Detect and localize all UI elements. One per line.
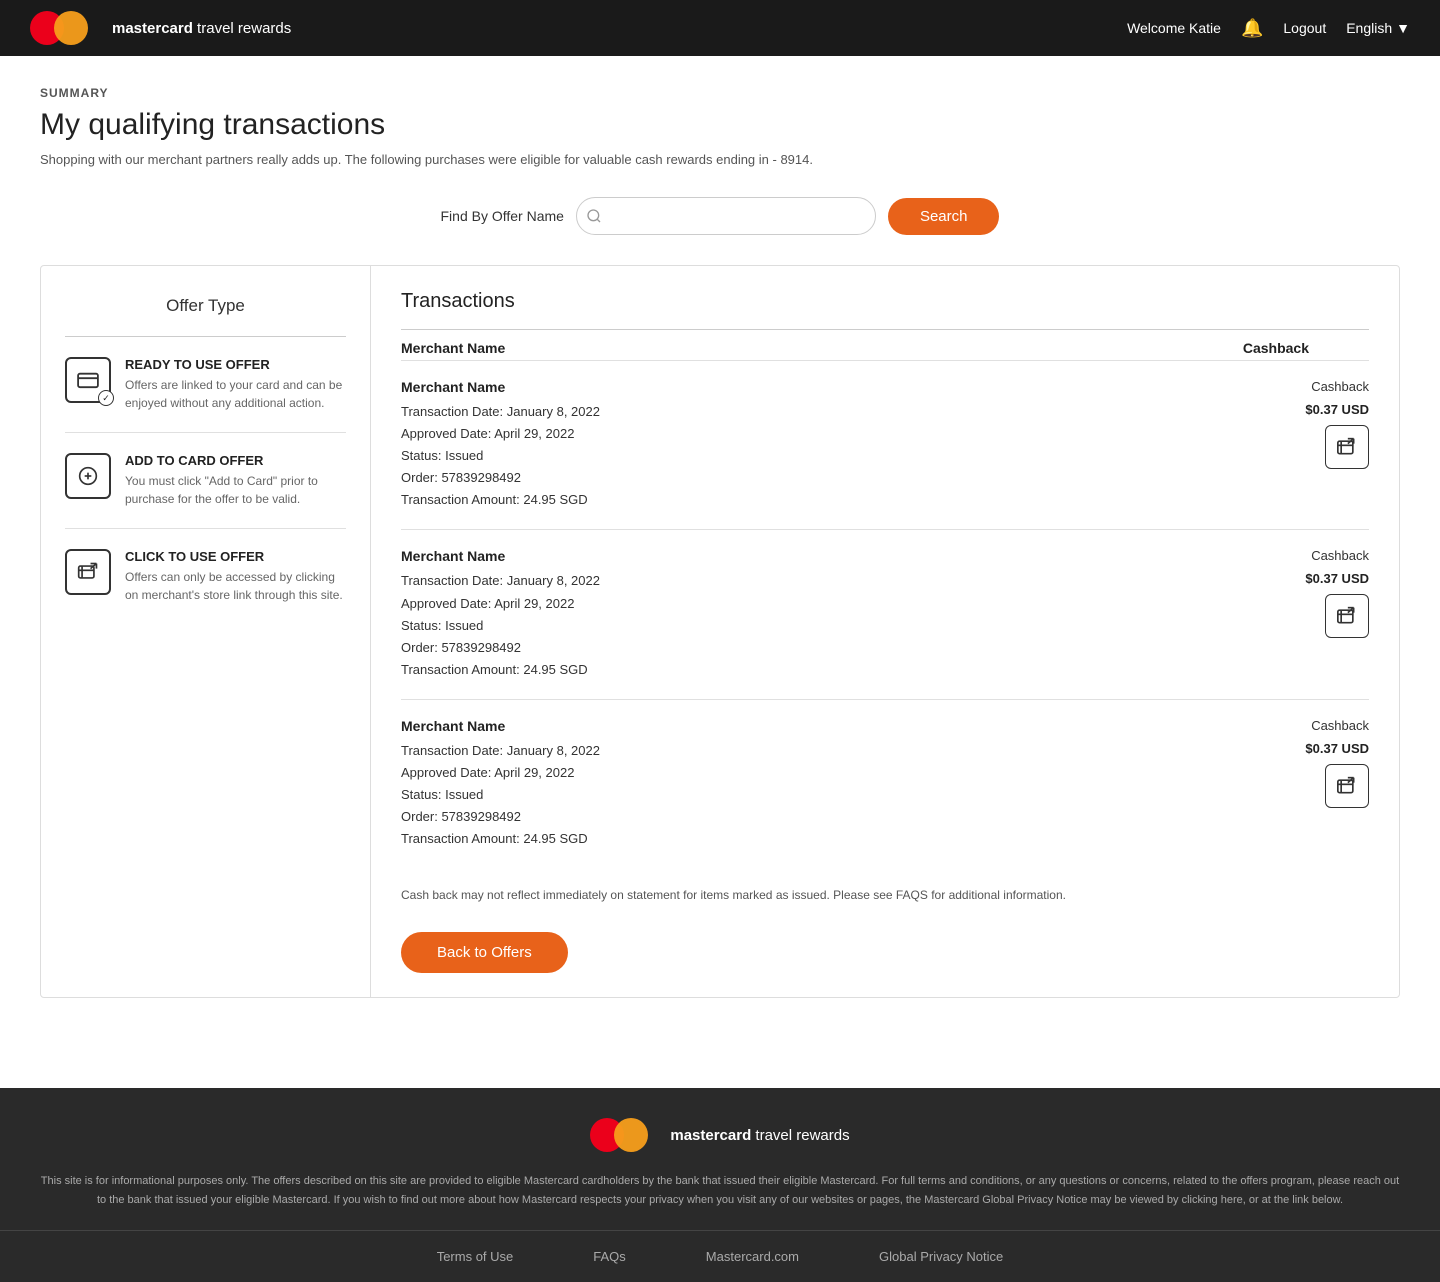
- ready-offer-icon: ✓: [65, 357, 111, 403]
- offer-type-divider: [65, 336, 346, 337]
- tx-right: Cashback $0.37 USD: [1305, 379, 1369, 469]
- tx-detail: Transaction Date: January 8, 2022 Approv…: [401, 401, 1305, 511]
- transactions-title: Transactions: [401, 290, 1369, 313]
- tx-merchant: Merchant Name: [401, 718, 1305, 734]
- search-label: Find By Offer Name: [441, 208, 564, 224]
- transaction-row: Merchant Name Transaction Date: January …: [401, 530, 1369, 699]
- offer-type-click: CLICK TO USE OFFER Offers can only be ac…: [65, 549, 346, 624]
- tx-cashback-amount: $0.37 USD: [1305, 571, 1369, 586]
- tx-merchant: Merchant Name: [401, 548, 1305, 564]
- ready-offer-title: READY TO USE OFFER: [125, 357, 346, 372]
- tx-detail: Transaction Date: January 8, 2022 Approv…: [401, 570, 1305, 680]
- tx-info: Merchant Name Transaction Date: January …: [401, 548, 1305, 680]
- tx-cashback-amount: $0.37 USD: [1305, 741, 1369, 756]
- content-area: Offer Type ✓ READY TO USE OFFER Offers a…: [40, 265, 1400, 998]
- tx-cart-icon: [1325, 764, 1369, 808]
- check-badge: ✓: [98, 390, 114, 406]
- tx-cashback-label: Cashback: [1311, 718, 1369, 733]
- offer-type-title: Offer Type: [65, 296, 346, 316]
- search-input[interactable]: [576, 197, 876, 235]
- footer-disclaimer: This site is for informational purposes …: [0, 1172, 1440, 1230]
- tx-right: Cashback $0.37 USD: [1305, 718, 1369, 808]
- click-offer-icon: [65, 549, 111, 595]
- footer-brand-suffix: travel rewards: [751, 1127, 849, 1144]
- search-bar: Find By Offer Name Search: [40, 197, 1400, 235]
- back-button-wrap: Back to Offers: [401, 932, 1369, 973]
- offer-type-panel: Offer Type ✓ READY TO USE OFFER Offers a…: [41, 266, 371, 997]
- offer-type-add-card: ADD TO CARD OFFER You must click "Add to…: [65, 453, 346, 529]
- footer-links: Terms of Use FAQs Mastercard.com Global Pri…: [0, 1231, 1440, 1282]
- page-title: My qualifying transactions: [40, 108, 1400, 142]
- main-content: SUMMARY My qualifying transactions Shopp…: [0, 56, 1440, 1028]
- tx-cart-icon: [1325, 425, 1369, 469]
- language-label: English: [1346, 20, 1392, 36]
- footer: mastercard travel rewards This site is f…: [0, 1088, 1440, 1281]
- header-left: mastercard travel rewards: [30, 11, 291, 45]
- footer-link[interactable]: FAQs: [593, 1249, 626, 1264]
- header-right: Welcome Katie 🔔 Logout English ▼: [1127, 18, 1410, 39]
- brand-bold: mastercard: [112, 20, 193, 37]
- click-offer-title: CLICK TO USE OFFER: [125, 549, 346, 564]
- click-offer-desc: Offers can only be accessed by clicking …: [125, 568, 346, 604]
- disclaimer-text: Cash back may not reflect immediately on…: [401, 888, 1369, 912]
- brand-suffix: travel rewards: [193, 20, 291, 37]
- back-to-offers-button[interactable]: Back to Offers: [401, 932, 568, 973]
- ready-offer-desc: Offers are linked to your card and can b…: [125, 376, 346, 412]
- footer-link[interactable]: Global Privacy Notice: [879, 1249, 1003, 1264]
- language-selector[interactable]: English ▼: [1346, 20, 1410, 36]
- transaction-row: Merchant Name Transaction Date: January …: [401, 700, 1369, 868]
- brand-name: mastercard travel rewards: [112, 20, 291, 37]
- page-description: Shopping with our merchant partners real…: [40, 152, 1400, 167]
- welcome-text: Welcome Katie: [1127, 20, 1221, 36]
- transaction-list: Merchant Name Transaction Date: January …: [401, 361, 1369, 868]
- transaction-row: Merchant Name Transaction Date: January …: [401, 361, 1369, 530]
- footer-brand: mastercard travel rewards: [590, 1118, 849, 1152]
- add-card-desc: You must click "Add to Card" prior to pu…: [125, 472, 346, 508]
- tx-info: Merchant Name Transaction Date: January …: [401, 718, 1305, 850]
- footer-link[interactable]: Terms of Use: [437, 1249, 514, 1264]
- tx-merchant: Merchant Name: [401, 379, 1305, 395]
- add-card-text: ADD TO CARD OFFER You must click "Add to…: [125, 453, 346, 508]
- search-button[interactable]: Search: [888, 198, 1000, 235]
- col-merchant: Merchant Name: [401, 340, 505, 356]
- tx-cashback-label: Cashback: [1311, 379, 1369, 394]
- tx-cashback-amount: $0.37 USD: [1305, 402, 1369, 417]
- footer-top: mastercard travel rewards: [0, 1088, 1440, 1172]
- mastercard-logo: [30, 11, 88, 45]
- tx-cashback-label: Cashback: [1311, 548, 1369, 563]
- mc-orange-circle: [54, 11, 88, 45]
- tx-info: Merchant Name Transaction Date: January …: [401, 379, 1305, 511]
- offer-type-ready: ✓ READY TO USE OFFER Offers are linked t…: [65, 357, 346, 433]
- footer-mc-orange: [614, 1118, 648, 1152]
- footer-link[interactable]: Mastercard.com: [706, 1249, 799, 1264]
- tx-right: Cashback $0.37 USD: [1305, 548, 1369, 638]
- header: mastercard travel rewards Welcome Katie …: [0, 0, 1440, 56]
- plus-circle-icon: [78, 466, 98, 486]
- click-offer-text: CLICK TO USE OFFER Offers can only be ac…: [125, 549, 346, 604]
- search-icon: [586, 208, 602, 224]
- ready-offer-text: READY TO USE OFFER Offers are linked to …: [125, 357, 346, 412]
- add-card-title: ADD TO CARD OFFER: [125, 453, 346, 468]
- cart-link-icon: [77, 562, 99, 582]
- chevron-down-icon: ▼: [1396, 20, 1410, 36]
- summary-label: SUMMARY: [40, 86, 1400, 100]
- tx-detail: Transaction Date: January 8, 2022 Approv…: [401, 740, 1305, 850]
- card-icon: [77, 371, 99, 389]
- col-cashback: Cashback: [1243, 340, 1309, 356]
- footer-brand-text: mastercard travel rewards: [670, 1127, 849, 1144]
- footer-brand-bold: mastercard: [670, 1127, 751, 1144]
- add-card-icon: [65, 453, 111, 499]
- bell-icon[interactable]: 🔔: [1241, 18, 1263, 39]
- footer-mc-logo: [590, 1118, 648, 1152]
- tx-cart-icon: [1325, 594, 1369, 638]
- transactions-panel: Transactions Merchant Name Cashback Merc…: [371, 266, 1399, 997]
- search-input-wrap: [576, 197, 876, 235]
- logout-button[interactable]: Logout: [1283, 20, 1326, 36]
